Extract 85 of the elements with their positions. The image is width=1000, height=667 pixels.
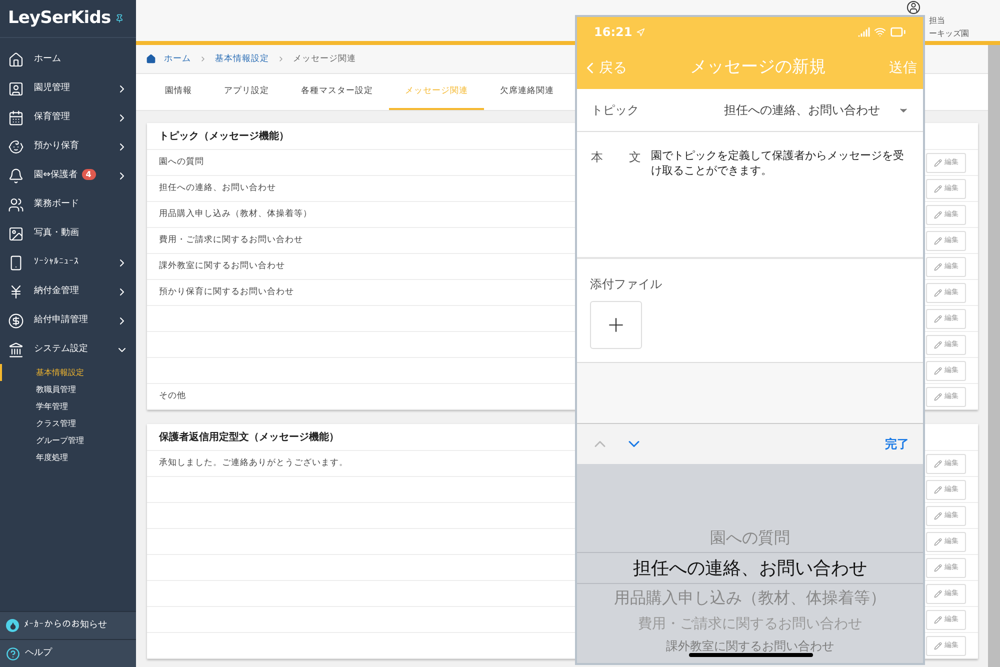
table-cell: 園への質問 [159, 156, 204, 169]
table-cell: 費用・ご請求に関するお問い合わせ [159, 234, 303, 247]
pencil-icon [934, 262, 942, 270]
breadcrumb-current: メッセージ関連 [293, 52, 356, 66]
sidebar-item[interactable]: 給付申請管理 [0, 306, 136, 335]
sidebar-subitem[interactable]: クラス管理 [0, 415, 136, 432]
pencil-icon [934, 210, 942, 218]
pencil-icon [934, 366, 942, 374]
table-cell: 担任への連絡、お問い合わせ [159, 182, 276, 195]
pencil-icon [934, 314, 942, 322]
help-icon [6, 646, 20, 660]
attachment-label: 添付ファイル [590, 276, 662, 293]
sidebar-item[interactable]: 業務ボード [0, 190, 136, 219]
user-avatar-icon[interactable] [907, 1, 920, 14]
body-label: 文 [629, 149, 641, 166]
person-list-icon [8, 80, 24, 96]
table-cell: 用品購入申し込み（教材、体操着等） [159, 208, 312, 221]
notice-icon [6, 619, 19, 632]
pencil-icon [934, 642, 942, 650]
sidebar-item[interactable]: 写真・動画 [0, 219, 136, 248]
pencil-icon [934, 392, 942, 400]
table-cell: 預かり保育に関するお問い合わせ [159, 286, 294, 299]
sidebar-subitem[interactable]: 教職員管理 [0, 381, 136, 398]
sidebar-subitem[interactable]: グループ管理 [0, 432, 136, 449]
sidebar-item[interactable]: 園⇔保護者 4 [0, 161, 136, 190]
home-icon [8, 52, 24, 68]
tab[interactable]: アプリ設定 [208, 74, 285, 110]
sidebar-footer-item[interactable]: ﾒｰｶｰからのお知らせ [0, 611, 136, 639]
pencil-icon [934, 184, 942, 192]
message-body-field[interactable]: 園でトピックを定義して保護者からメッセージを受け取ることができます。 [651, 148, 909, 178]
pencil-icon [934, 486, 942, 494]
breadcrumb-link[interactable]: 基本情報設定 [215, 52, 269, 66]
status-time: 16:21 [594, 24, 632, 41]
pencil-icon [934, 538, 942, 546]
table-cell: その他 [159, 390, 186, 403]
signal-icon [858, 26, 870, 38]
bell-icon [8, 168, 24, 184]
phone-icon [8, 254, 24, 270]
user-role: 担当 [929, 15, 945, 27]
coin-icon [8, 312, 24, 328]
tab[interactable]: 園情報 [149, 74, 208, 110]
pencil-icon [934, 460, 942, 468]
pencil-icon [934, 340, 942, 348]
sidebar-item[interactable]: ｿｰｼｬﾙﾆｭｰｽ [0, 248, 136, 277]
user-school: ーキッズ園 [929, 28, 969, 40]
pencil-icon [934, 616, 942, 624]
breadcrumb-separator-icon [277, 55, 285, 63]
baby-icon [8, 138, 24, 154]
table-cell: 課外教室に関するお問い合わせ [159, 260, 285, 273]
picker-option[interactable]: 課外教室に関するお問い合わせ [666, 636, 834, 656]
pin-icon[interactable] [114, 14, 124, 23]
sidebar-footer-item[interactable]: ヘルプ [0, 639, 136, 667]
sidebar-item[interactable]: 預かり保育 [0, 132, 136, 161]
people-icon [8, 196, 24, 212]
topic-select[interactable]: トピック 担任への連絡、お問い合わせ [577, 89, 923, 132]
breadcrumb-link[interactable]: ホーム [164, 52, 191, 66]
tab[interactable]: 各種マスター設定 [285, 74, 389, 110]
body-label: 本 [591, 149, 603, 166]
sidebar-item[interactable]: 園児管理 [0, 74, 136, 103]
sidebar-item[interactable]: システム設定 [0, 335, 136, 364]
logo: LeySerKids [8, 6, 111, 30]
done-button[interactable]: 完了 [885, 435, 909, 453]
home-icon[interactable] [146, 54, 156, 64]
breadcrumb-separator-icon [199, 55, 207, 63]
picker-option[interactable]: 担任への連絡、お問い合わせ [577, 552, 923, 584]
sidebar-item[interactable]: ホーム [0, 45, 136, 74]
pencil-icon [934, 590, 942, 598]
pencil-icon [934, 288, 942, 296]
location-icon [636, 28, 646, 36]
pencil-icon [934, 512, 942, 520]
calendar-icon [8, 110, 24, 126]
pencil-icon [934, 564, 942, 572]
sidebar-subitem[interactable]: 年度処理 [0, 449, 136, 466]
tab[interactable]: 欠席連絡関連 [484, 74, 570, 110]
sidebar-item[interactable]: 納付金管理 [0, 277, 136, 306]
sidebar-item[interactable]: 保育管理 [0, 103, 136, 132]
scrollbar[interactable] [988, 45, 1000, 667]
pencil-icon [934, 158, 942, 166]
image-icon [8, 226, 24, 242]
sidebar-subitem[interactable]: 学年管理 [0, 398, 136, 415]
table-cell: 承知しました。ご連絡ありがとうございます。 [159, 457, 348, 470]
screen-title: メッセージの新規 [689, 56, 827, 80]
pencil-icon [934, 236, 942, 244]
count-badge: 4 [82, 169, 96, 180]
building-icon [8, 342, 24, 358]
